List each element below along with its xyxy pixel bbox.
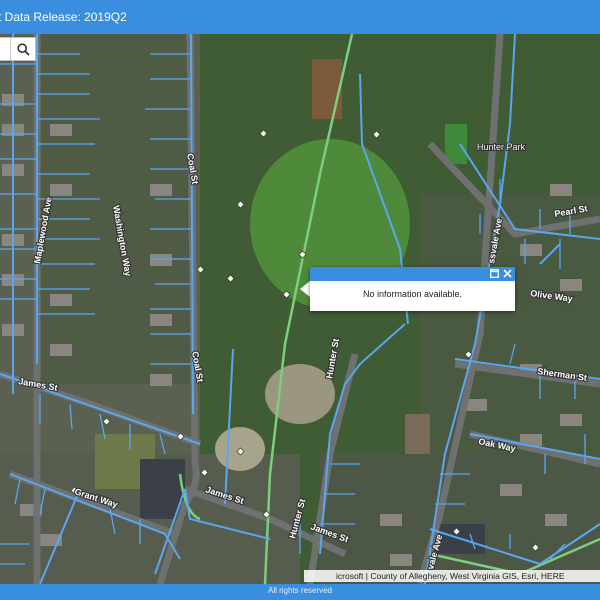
search-icon bbox=[16, 42, 30, 56]
search-widget[interactable] bbox=[0, 37, 36, 61]
app-title: t Data Release: 2019Q2 bbox=[0, 10, 127, 24]
footer-text: All rights reserved bbox=[267, 586, 333, 595]
building-east bbox=[405, 414, 430, 454]
app-header: t Data Release: 2019Q2 bbox=[0, 0, 600, 34]
pond-green bbox=[445, 124, 467, 164]
info-popup: No information available. bbox=[310, 267, 515, 311]
close-button[interactable] bbox=[501, 268, 513, 280]
maximize-button[interactable] bbox=[488, 268, 500, 280]
building-north bbox=[312, 59, 342, 119]
search-button[interactable] bbox=[10, 38, 35, 60]
popup-title-bar bbox=[310, 267, 515, 281]
maximize-icon bbox=[489, 269, 499, 278]
app-footer: All rights reserved bbox=[0, 584, 600, 600]
close-icon bbox=[502, 269, 512, 278]
popup-message: No information available. bbox=[362, 289, 463, 299]
place-label-hunter-park: Hunter Park bbox=[477, 142, 526, 152]
map-attribution: icrosoft | County of Allegheny, West Vir… bbox=[304, 570, 600, 582]
popup-pointer bbox=[300, 281, 310, 297]
attribution-text: icrosoft | County of Allegheny, West Vir… bbox=[336, 571, 565, 581]
